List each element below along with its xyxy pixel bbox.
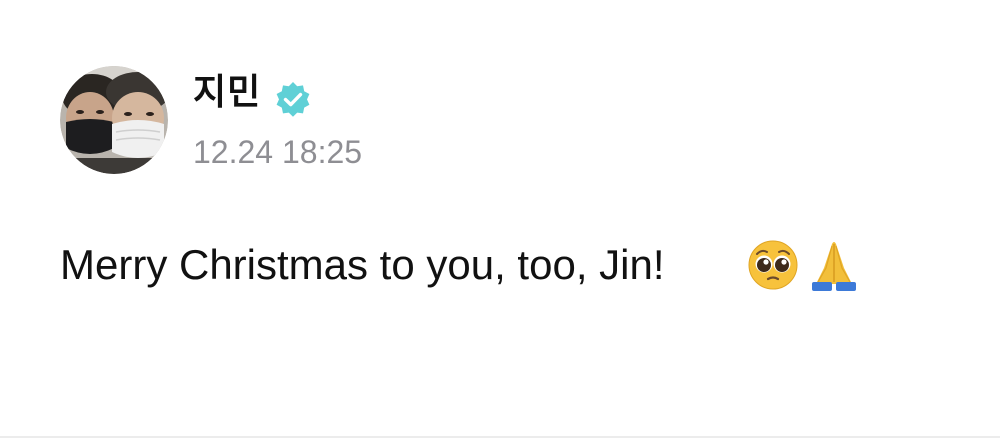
pleading-face-icon [748,240,798,290]
post-timestamp: 12.24 18:25 [193,134,363,170]
author-name[interactable]: 지민 [193,70,261,114]
folded-hands-icon [812,242,856,291]
verified-badge-icon [276,82,310,117]
message-text: Merry Christmas to you, too, Jin! [60,241,665,288]
avatar[interactable] [60,66,168,174]
post-card: 지민 12.24 18:25 Merry Christmas to you, t… [0,0,1000,438]
